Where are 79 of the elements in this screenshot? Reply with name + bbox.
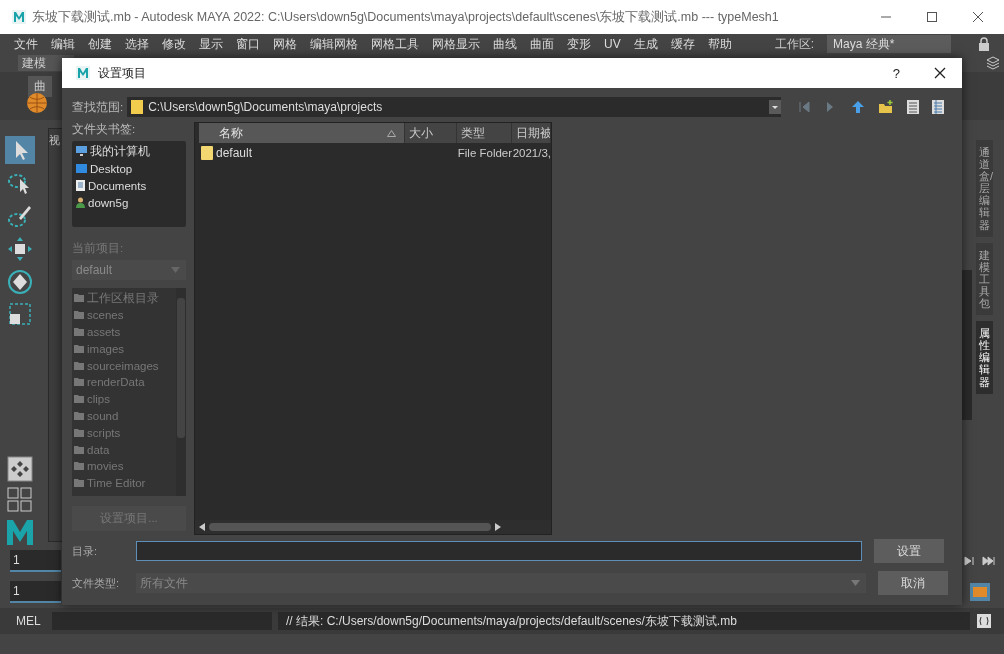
new-folder-icon[interactable]: [878, 100, 895, 114]
close-icon[interactable]: [934, 67, 946, 79]
up-folder-icon[interactable]: [851, 100, 866, 114]
sort-icon: [387, 129, 397, 137]
list-view-icon[interactable]: [907, 100, 920, 114]
viewport-tab[interactable]: 视: [49, 133, 60, 148]
cancel-button[interactable]: 取消: [878, 571, 948, 595]
menu-item[interactable]: 创建: [88, 35, 112, 53]
menu-item[interactable]: 生成: [633, 35, 658, 53]
bookmark-item[interactable]: down5g: [76, 194, 182, 211]
menu-item[interactable]: 变形: [567, 35, 591, 53]
menu-item[interactable]: 显示: [199, 35, 223, 53]
file-name[interactable]: default: [216, 146, 253, 160]
shelf-tab[interactable]: 曲: [28, 76, 52, 97]
menu-item[interactable]: 曲面: [530, 35, 554, 53]
menu-item[interactable]: 窗口: [236, 35, 260, 53]
document-icon: [76, 180, 85, 191]
file-type-label: 文件类型:: [72, 576, 121, 590]
look-in-dropdown[interactable]: C:\Users\down5g\Documents\maya\projects: [127, 97, 782, 117]
menu-item[interactable]: 选择: [125, 35, 149, 53]
menu-item[interactable]: 网格工具: [371, 35, 419, 53]
menu-item[interactable]: 文件: [14, 35, 38, 53]
range-start-field[interactable]: 1: [10, 581, 61, 603]
mel-label[interactable]: MEL: [16, 614, 46, 628]
column-header[interactable]: 名称: [199, 123, 406, 143]
bookmark-item[interactable]: Documents: [76, 177, 182, 194]
column-header[interactable]: 类型: [456, 123, 512, 143]
help-button[interactable]: ?: [892, 65, 900, 81]
select-tool-icon[interactable]: [5, 136, 35, 164]
layout-icon[interactable]: [7, 456, 33, 482]
menu-item[interactable]: 缓存: [670, 35, 695, 53]
skip-to-end-icon[interactable]: [982, 556, 996, 566]
command-result: // 结果: C:/Users/down5g/Documents/maya/projects/default/scenes/东坡下载测试.mb: [278, 612, 970, 630]
set-button[interactable]: 设置: [874, 539, 944, 563]
close-icon[interactable]: [972, 11, 984, 23]
file-type: File Folder: [457, 147, 513, 159]
scroll-right-icon[interactable]: [495, 523, 501, 531]
maximize-icon[interactable]: [926, 11, 938, 23]
menu-item[interactable]: 编辑: [51, 35, 75, 53]
script-editor-icon[interactable]: [976, 613, 992, 629]
menu-item[interactable]: 帮助: [707, 35, 732, 53]
workspace-label: 工作区:: [774, 35, 814, 53]
directory-field[interactable]: [136, 541, 862, 561]
window-title: 东坡下载测试.mb - Autodesk MAYA 2022: C:\Users\down5g\Documents\maya\projects\default\scenes\东坡下载测试.mb --- typeMesh1: [32, 8, 779, 26]
file-date: 2021/3,: [512, 147, 551, 159]
desktop-icon: [76, 163, 87, 174]
folder-icon: [201, 146, 213, 160]
menu-item[interactable]: 网格显示: [432, 35, 480, 53]
folder-icon: [131, 100, 144, 114]
bookmarks-label: 文件夹书签:: [72, 122, 137, 137]
sphere-icon[interactable]: [26, 92, 48, 114]
side-tab[interactable]: 属性编辑器: [976, 321, 993, 394]
look-in-label: 查找范围:: [72, 99, 124, 115]
maya-logo-icon: [12, 10, 26, 24]
bookmark-item[interactable]: Desktop: [76, 160, 182, 177]
detail-view-icon[interactable]: [932, 100, 945, 114]
maya-logo-icon: [5, 518, 35, 546]
directory-label: 目录:: [72, 544, 99, 558]
step-forward-icon[interactable]: [964, 556, 976, 566]
menu-item[interactable]: 曲线: [493, 35, 517, 53]
current-frame-field[interactable]: 1: [10, 550, 61, 572]
dialog-title: 设置项目: [98, 64, 146, 82]
column-header[interactable]: 大小: [405, 123, 457, 143]
maya-logo-icon: [76, 66, 90, 80]
menu-item[interactable]: 修改: [162, 35, 186, 53]
layers-icon[interactable]: [986, 56, 1000, 70]
menu-item[interactable]: UV: [604, 37, 621, 51]
workspace-dropdown[interactable]: Maya 经典*: [827, 35, 951, 53]
side-tab[interactable]: 建模工具包: [976, 242, 993, 316]
side-tab[interactable]: 通道盒/层编辑器: [976, 140, 993, 237]
computer-icon: [76, 146, 87, 157]
user-icon: [76, 197, 85, 208]
lock-icon[interactable]: [978, 37, 990, 51]
menu-item[interactable]: 网格: [273, 35, 297, 53]
rotate-tool-icon[interactable]: [5, 268, 35, 296]
bookmark-item[interactable]: 我的计算机: [76, 143, 182, 160]
quad-layout-icon[interactable]: [7, 487, 33, 513]
scroll-left-icon[interactable]: [199, 523, 205, 531]
menu-item[interactable]: 编辑网格: [310, 35, 358, 53]
